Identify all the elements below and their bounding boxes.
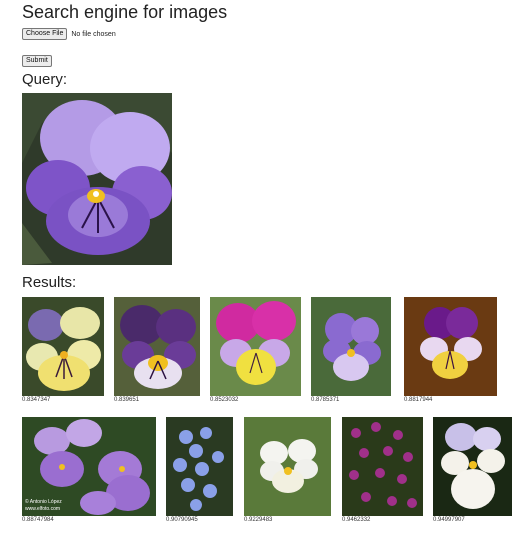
result-score: 0.8523032 [210,397,239,403]
choose-file-button[interactable]: Choose File [22,28,68,40]
result-score: 0.94997907 [433,517,465,523]
result-score: 0.8347347 [22,397,51,403]
result-image[interactable] [433,417,512,516]
result-image[interactable] [342,417,423,516]
query-heading: Query: [22,71,68,88]
result-score: 0.9462332 [342,517,371,523]
submit-button[interactable]: Submit [22,55,52,67]
result-image[interactable] [404,297,497,396]
result-image[interactable] [210,297,301,396]
query-image [22,93,172,265]
page-title: Search engine for images [22,2,228,22]
result-score: 0.8785371 [311,397,340,403]
svg-text:www.elfoto.com: www.elfoto.com [25,506,60,512]
result-image[interactable] [166,417,233,516]
result-score: 0.8817944 [404,397,433,403]
result-score: 0.90790945 [166,517,198,523]
result-image[interactable] [114,297,200,396]
file-upload: Choose File No file chosen [22,28,116,40]
file-status: No file chosen [71,30,116,38]
result-image[interactable] [311,297,391,396]
result-image[interactable] [244,417,331,516]
result-image[interactable] [22,297,104,396]
result-score: 0.839651 [114,397,140,403]
result-score: 0.9229483 [244,517,273,523]
result-score: 0.88747984 [22,517,54,523]
svg-text:© Antonio López: © Antonio López [25,498,62,505]
result-image[interactable]: © Antonio López www.elfoto.com [22,417,156,516]
results-heading: Results: [22,274,77,291]
